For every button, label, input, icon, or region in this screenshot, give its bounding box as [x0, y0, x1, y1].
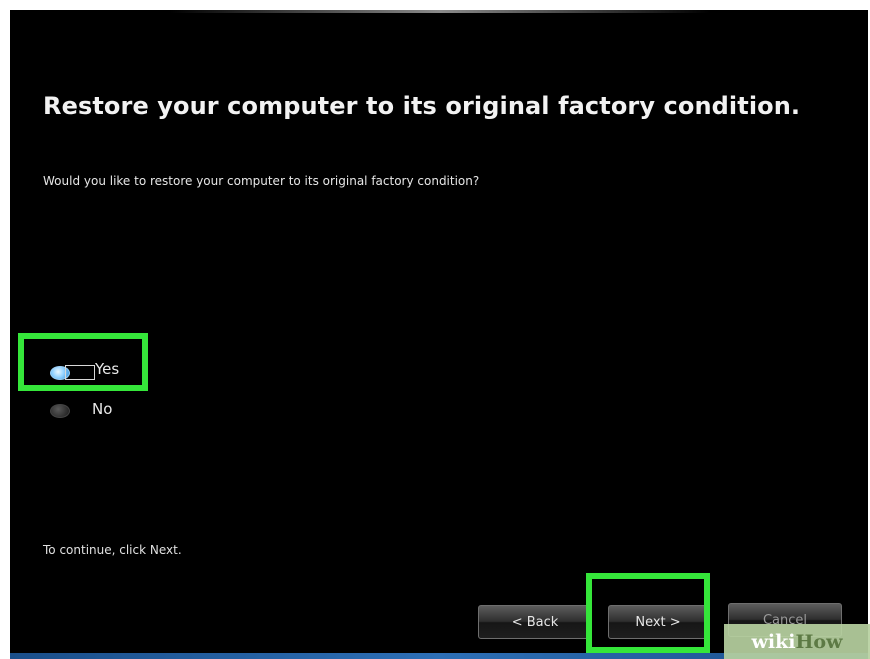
- instruction-text: To continue, click Next.: [43, 543, 182, 557]
- option-no-label[interactable]: No: [92, 400, 112, 418]
- watermark-how: How: [795, 630, 843, 653]
- next-highlight-box: [586, 573, 710, 653]
- page-title: Restore your computer to its original fa…: [43, 92, 801, 120]
- question-text: Would you like to restore your computer …: [43, 174, 480, 188]
- top-glow: [170, 10, 710, 13]
- wikihow-watermark: wiki How: [724, 624, 870, 659]
- back-button[interactable]: < Back: [478, 605, 592, 639]
- watermark-wiki: wiki: [751, 630, 796, 653]
- radio-no[interactable]: [50, 404, 70, 418]
- yes-highlight-box: [18, 333, 148, 391]
